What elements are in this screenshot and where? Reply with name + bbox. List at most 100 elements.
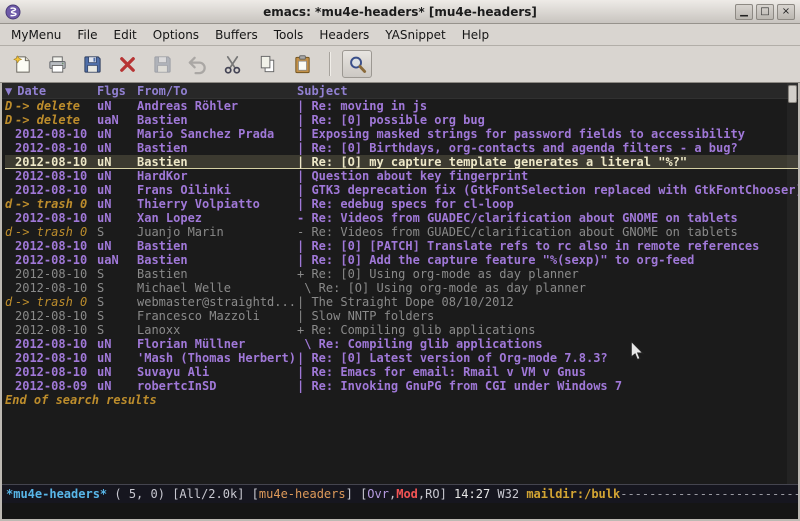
- modeline-size: [All/2.0k]: [172, 487, 251, 501]
- column-header-date[interactable]: ▼Date: [5, 84, 97, 98]
- message-flags: uN: [97, 211, 137, 225]
- modeline-comma-2: ,: [418, 487, 425, 501]
- titlebar[interactable]: emacs: *mu4e-headers* [mu4e-headers] ▁ □…: [0, 0, 800, 24]
- message-mark: [5, 323, 15, 337]
- message-row[interactable]: 2012-08-10 uN Florian Müllner \ Re: Comp…: [5, 337, 798, 351]
- paste-button[interactable]: [287, 50, 317, 78]
- column-header-from[interactable]: From/To: [137, 84, 297, 98]
- new-file-icon: [12, 54, 33, 75]
- message-row[interactable]: 2012-08-10 S Francesco Mazzoli | Slow NN…: [5, 309, 798, 323]
- message-row[interactable]: 2012-08-10 S Lanoxx + Re: Compiling glib…: [5, 323, 798, 337]
- message-date: 2012-08-10: [15, 253, 97, 267]
- message-flags: uN: [97, 379, 137, 393]
- new-file-button[interactable]: [7, 50, 37, 78]
- message-from: Xan Lopez: [137, 211, 297, 225]
- window-controls: ▁ □ ×: [735, 4, 795, 20]
- message-row[interactable]: D -> delete uN Andreas Röhler | Re: movi…: [5, 99, 798, 113]
- message-from: Mario Sanchez Prada: [137, 127, 297, 141]
- column-header-flags[interactable]: Flgs: [97, 84, 137, 98]
- message-subject: | Re: [O] my capture template generates …: [297, 155, 798, 169]
- menu-item-file[interactable]: File: [69, 26, 105, 44]
- cut-icon: [222, 54, 243, 75]
- message-date: -> trash 0: [15, 197, 97, 211]
- message-row[interactable]: 2012-08-10 uN HardKor | Question about k…: [5, 169, 798, 183]
- message-flags: uN: [97, 183, 137, 197]
- message-from: HardKor: [137, 169, 297, 183]
- message-row[interactable]: 2012-08-10 uN Xan Lopez - Re: Videos fro…: [5, 211, 798, 225]
- save-button[interactable]: [77, 50, 107, 78]
- menu-item-mymenu[interactable]: MyMenu: [3, 26, 69, 44]
- menu-item-buffers[interactable]: Buffers: [207, 26, 266, 44]
- message-row[interactable]: 2012-08-10 uN Mario Sanchez Prada | Expo…: [5, 127, 798, 141]
- menu-item-edit[interactable]: Edit: [106, 26, 145, 44]
- message-row[interactable]: 2012-08-10 S Michael Welle \ Re: [O] Usi…: [5, 281, 798, 295]
- minimize-button[interactable]: ▁: [735, 4, 753, 20]
- message-date: 2012-08-10: [15, 267, 97, 281]
- message-row[interactable]: d -> trash 0 S Juanjo Marin - Re: Videos…: [5, 225, 798, 239]
- print-button[interactable]: [42, 50, 72, 78]
- message-date: 2012-08-10: [15, 337, 97, 351]
- message-from: Francesco Mazzoli: [137, 309, 297, 323]
- message-row[interactable]: 2012-08-10 uaN Bastien | Re: [0] Add the…: [5, 253, 798, 267]
- message-date: 2012-08-10: [15, 281, 97, 295]
- window-frame: ▼Date Flgs From/To Subject D -> delete u…: [0, 83, 800, 521]
- message-flags: uN: [97, 197, 137, 211]
- message-flags: uN: [97, 365, 137, 379]
- close-button[interactable]: ×: [777, 4, 795, 20]
- menu-item-help[interactable]: Help: [454, 26, 497, 44]
- message-from: Lanoxx: [137, 323, 297, 337]
- message-subject: | Re: [0] Birthdays, org-contacts and ag…: [297, 141, 798, 155]
- message-subject: | Re: [0] Add the capture feature "%(sex…: [297, 253, 798, 267]
- message-row[interactable]: 2012-08-10 uN Bastien | Re: [0] [PATCH] …: [5, 239, 798, 253]
- message-from: Bastien: [137, 113, 297, 127]
- message-flags: uN: [97, 169, 137, 183]
- message-row[interactable]: 2012-08-10 uN Bastien | Re: [0] Birthday…: [5, 141, 798, 155]
- scrollbar-thumb[interactable]: [788, 85, 797, 103]
- message-date: 2012-08-10: [15, 155, 97, 169]
- message-from: 'Mash (Thomas Herbert): [137, 351, 297, 365]
- close-buffer-button[interactable]: [112, 50, 142, 78]
- message-flags: uaN: [97, 113, 137, 127]
- column-header-subject[interactable]: Subject: [297, 84, 798, 98]
- message-row[interactable]: 2012-08-09 uN robertcInSD | Re: Invoking…: [5, 379, 798, 393]
- header-line: ▼Date Flgs From/To Subject: [2, 83, 798, 99]
- message-date: -> delete: [15, 113, 97, 127]
- cut-button[interactable]: [217, 50, 247, 78]
- message-mark: d: [5, 295, 15, 309]
- menu-item-yasnippet[interactable]: YASnippet: [377, 26, 454, 44]
- message-date: 2012-08-10: [15, 351, 97, 365]
- message-row[interactable]: D -> delete uaN Bastien | Re: [0] possib…: [5, 113, 798, 127]
- message-flags: S: [97, 309, 137, 323]
- mu4e-headers-buffer[interactable]: ▼Date Flgs From/To Subject D -> delete u…: [2, 83, 798, 484]
- modeline-window-id: W32: [497, 487, 526, 501]
- message-mark: [5, 253, 15, 267]
- scrollbar-track[interactable]: [787, 83, 798, 484]
- modeline-ovr: Ovr: [367, 487, 389, 501]
- emacs-window: emacs: *mu4e-headers* [mu4e-headers] ▁ □…: [0, 0, 800, 521]
- undo-icon: [187, 54, 208, 75]
- message-row[interactable]: 2012-08-10 uN Bastien | Re: [O] my captu…: [5, 155, 798, 169]
- message-from: Bastien: [137, 253, 297, 267]
- message-date: 2012-08-10: [15, 309, 97, 323]
- message-row[interactable]: 2012-08-10 S Bastien + Re: [0] Using org…: [5, 267, 798, 281]
- print-icon: [47, 54, 68, 75]
- message-row[interactable]: 2012-08-10 uN 'Mash (Thomas Herbert) | R…: [5, 351, 798, 365]
- menu-item-tools[interactable]: Tools: [266, 26, 312, 44]
- message-row[interactable]: 2012-08-10 uN Suvayu Ali | Re: Emacs for…: [5, 365, 798, 379]
- maximize-button[interactable]: □: [756, 4, 774, 20]
- copy-button[interactable]: [252, 50, 282, 78]
- modeline-maildir: maildir:/bulk: [526, 487, 620, 501]
- modeline-dashes: ------------------------------------: [620, 487, 798, 501]
- menu-item-options[interactable]: Options: [145, 26, 207, 44]
- message-flags: uN: [97, 141, 137, 155]
- menu-item-headers[interactable]: Headers: [311, 26, 377, 44]
- search-button[interactable]: [342, 50, 372, 78]
- message-row[interactable]: d -> trash 0 S webmaster@straightd... | …: [5, 295, 798, 309]
- echo-area[interactable]: [2, 503, 798, 519]
- message-flags: uN: [97, 127, 137, 141]
- message-mark: [5, 309, 15, 323]
- message-flags: S: [97, 267, 137, 281]
- message-mark: [5, 127, 15, 141]
- message-row[interactable]: 2012-08-10 uN Frans Oilinki | GTK3 depre…: [5, 183, 798, 197]
- message-row[interactable]: d -> trash 0 uN Thierry Volpiatto | Re: …: [5, 197, 798, 211]
